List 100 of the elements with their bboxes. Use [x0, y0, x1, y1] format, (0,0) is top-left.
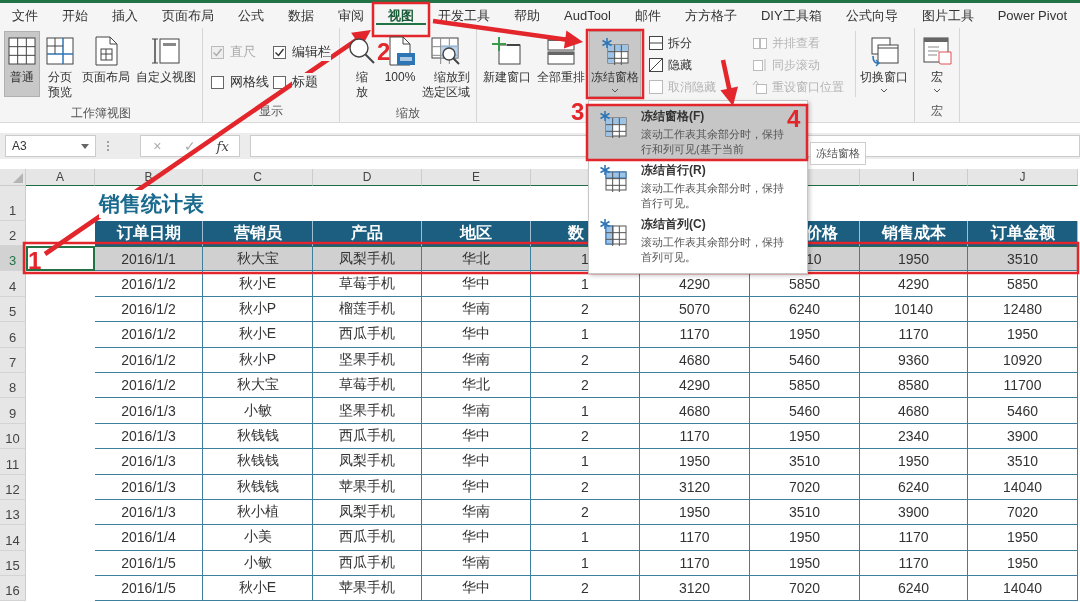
ribbon-tab[interactable]: 页面布局	[150, 3, 226, 28]
active-cell[interactable]	[26, 246, 95, 272]
split-table-icon	[44, 35, 76, 67]
ribbon-tab[interactable]: DIY工具箱	[749, 3, 834, 28]
table-cell: 榴莲手机	[313, 296, 422, 323]
ribbon-button[interactable]: 拆分	[645, 33, 719, 53]
menu-item-title: 冻结首列(C)	[641, 216, 707, 233]
table-cell: 9360	[860, 347, 968, 373]
column-header[interactable]: D	[313, 169, 422, 186]
table-cell: 小美	[203, 525, 313, 551]
ribbon-tab[interactable]: 帮助	[502, 3, 552, 28]
table-cell: 1950	[640, 499, 750, 526]
table-cell: 1950	[640, 449, 750, 475]
table-cell: 苹果手机	[313, 576, 422, 602]
split-window-icon	[648, 35, 664, 51]
row-header[interactable]: 9	[0, 398, 26, 424]
ribbon-tab[interactable]: 开始	[50, 3, 100, 28]
table-cell: 2	[531, 296, 640, 323]
ribbon-tab[interactable]: 公式向导	[833, 3, 910, 28]
step-number: 2	[377, 38, 391, 65]
table-cell: 2016/1/4	[95, 525, 203, 551]
checkbox[interactable]	[273, 75, 286, 89]
table-cell: 3120	[640, 474, 750, 500]
table-cell: 苹果手机	[313, 474, 422, 500]
row-header[interactable]: 14	[0, 525, 26, 551]
table-cell: 1950	[968, 322, 1078, 348]
row-header[interactable]: 7	[0, 347, 26, 373]
column-header[interactable]: I	[860, 169, 968, 186]
checkbox[interactable]	[273, 45, 286, 59]
highlight-frame	[585, 28, 645, 100]
table-cell: 华南	[422, 398, 531, 424]
ribbon-button[interactable]: 普通	[4, 31, 40, 97]
ribbon-tab[interactable]: 插入	[100, 3, 150, 28]
header-cell: 销售成本	[860, 221, 968, 246]
menu-item-title: 冻结窗格(F)	[641, 108, 706, 125]
ribbon-button[interactable]: 自定义视图	[134, 31, 198, 97]
ribbon-tab[interactable]: Power Pivot	[985, 3, 1080, 28]
row-header[interactable]: 15	[0, 550, 26, 577]
column-header[interactable]: C	[203, 169, 313, 186]
ribbon-tab[interactable]: 邮件	[623, 3, 673, 28]
formula-button[interactable]: fx	[206, 136, 239, 156]
menu-item[interactable]: 冻结首行(R) 滚动工作表其余部分时，保持首行可见。	[589, 159, 807, 213]
table-cell: 3120	[640, 576, 750, 602]
table-cell: 2016/1/3	[95, 474, 203, 500]
table-cell: 华北	[422, 246, 531, 272]
ribbon-button[interactable]: 宏	[919, 31, 955, 97]
tooltip: 冻结窗格	[810, 142, 866, 165]
ribbon-tab[interactable]: 文件	[0, 3, 50, 28]
table-cell: 3510	[968, 449, 1078, 475]
menu-item-title: 冻结首行(R)	[641, 162, 707, 179]
table-cell: 3900	[968, 423, 1078, 450]
ribbon-button[interactable]: 冻结窗格	[589, 31, 641, 97]
column-header[interactable]: E	[422, 169, 531, 186]
table-cell: 秋钱钱	[203, 449, 313, 475]
row-header[interactable]: 2	[0, 221, 26, 246]
ribbon-button[interactable]: 切换窗口	[858, 31, 910, 97]
table-cell: 秋钱钱	[203, 474, 313, 500]
table-cell: 小敏	[203, 398, 313, 424]
slash-window-icon	[648, 57, 664, 73]
table-cell: 3510	[750, 449, 860, 475]
ribbon-tab[interactable]: 审阅	[326, 3, 376, 28]
ribbon-button[interactable]: 页面布局	[80, 31, 132, 97]
table-cell: 凤梨手机	[313, 449, 422, 475]
table-cell: 2016/1/2	[95, 296, 203, 323]
ribbon-tab[interactable]: 视图	[376, 3, 426, 28]
ribbon-tab[interactable]: 公式	[226, 3, 276, 28]
header-cell: 产品	[313, 221, 422, 246]
ribbon-button[interactable]: 隐藏	[645, 55, 719, 75]
table-cell: 2	[531, 499, 640, 526]
ribbon-tab[interactable]: 方方格子	[673, 3, 749, 28]
row-header[interactable]: 6	[0, 322, 26, 348]
ribbon-button[interactable]: 新建窗口	[481, 31, 533, 97]
row-header[interactable]: 11	[0, 449, 26, 475]
ribbon-tab[interactable]: 图片工具	[909, 3, 986, 28]
ribbon-tab[interactable]: 数据	[276, 3, 326, 28]
table-cell: 2016/1/5	[95, 550, 203, 577]
highlight-frame	[371, 1, 431, 38]
row-header[interactable]: 8	[0, 372, 26, 399]
row-header[interactable]: 1	[0, 186, 26, 221]
caret-icon	[933, 88, 941, 93]
row-header[interactable]: 3	[0, 246, 26, 272]
row-header[interactable]: 5	[0, 296, 26, 323]
table-cell: 1950	[750, 322, 860, 348]
ribbon-button[interactable]: 分页预览	[42, 31, 78, 104]
row-header[interactable]: 16	[0, 576, 26, 602]
row-header[interactable]: 12	[0, 474, 26, 500]
column-header[interactable]: A	[26, 169, 95, 186]
row-header[interactable]: 4	[0, 271, 26, 297]
ribbon-tab[interactable]: AudTool	[552, 3, 623, 28]
ribbon-button[interactable]: 缩放到选定区域	[420, 31, 472, 104]
table-cell: 2	[531, 347, 640, 373]
table-cell: 14040	[968, 474, 1078, 500]
table-cell: 2016/1/3	[95, 398, 203, 424]
row-header[interactable]: 10	[0, 423, 26, 450]
checkbox[interactable]	[211, 75, 224, 89]
name-box[interactable]: A3	[5, 135, 96, 157]
table-cell: 1	[531, 398, 640, 424]
switch-windows-icon	[868, 35, 900, 67]
column-header[interactable]: J	[968, 169, 1078, 186]
row-header[interactable]: 13	[0, 499, 26, 526]
